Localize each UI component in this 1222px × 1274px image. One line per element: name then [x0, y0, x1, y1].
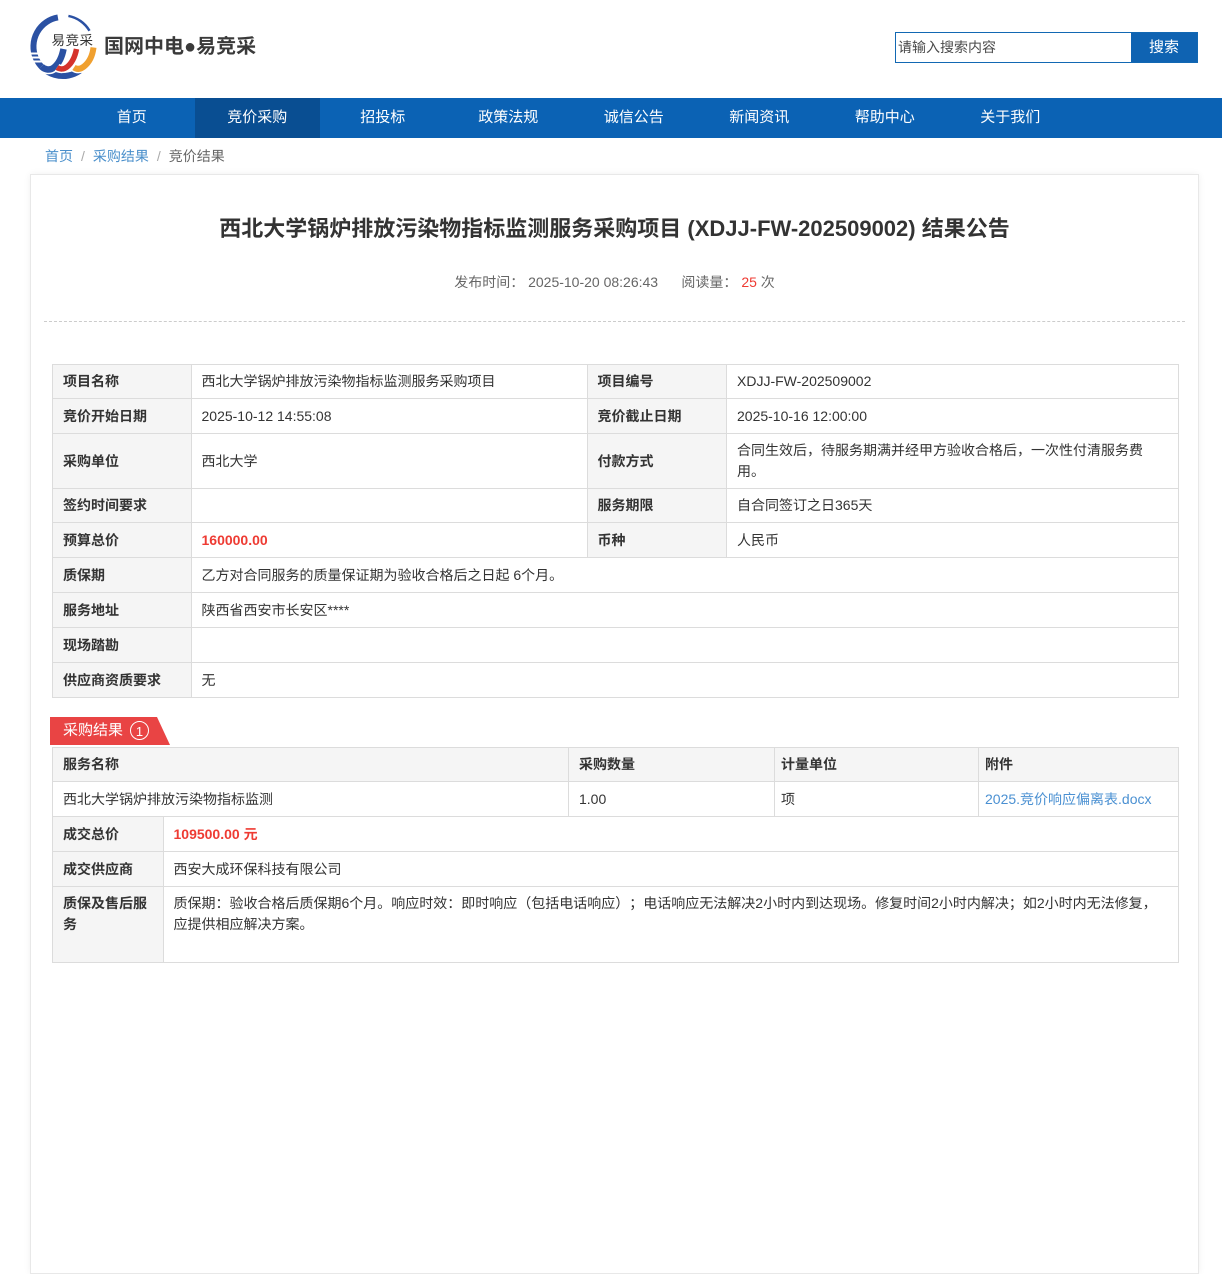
svg-text:易竞采: 易竞采: [52, 33, 94, 48]
